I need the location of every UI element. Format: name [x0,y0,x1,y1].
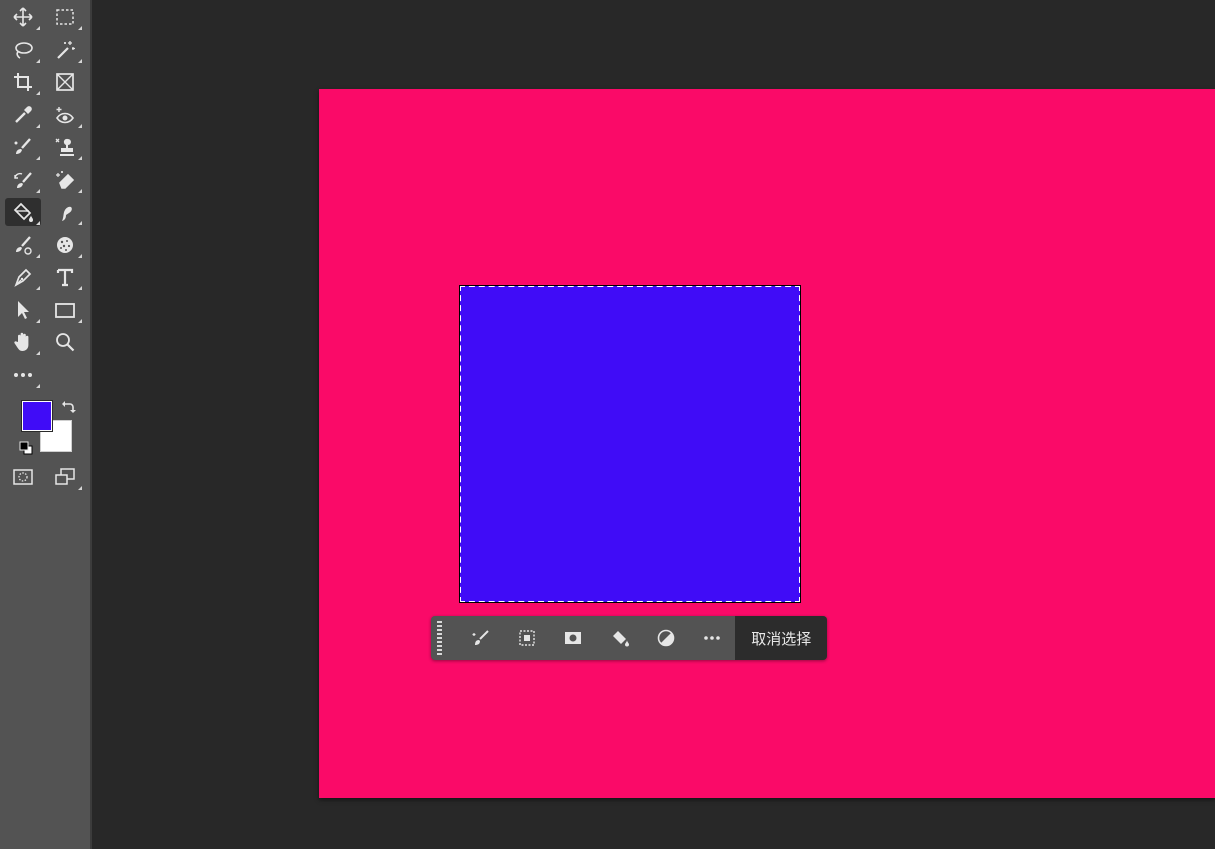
mask-icon [565,632,582,644]
path-selection-tool[interactable] [5,296,41,324]
mixer-brush-tool[interactable] [5,231,41,259]
modify-selection-button[interactable] [504,616,550,660]
smudge-tool[interactable] [47,198,83,226]
red-eye-tool[interactable] [47,101,83,129]
frame-tool[interactable] [47,68,83,96]
healing-brush-tool[interactable] [5,133,41,161]
tools-panel [0,0,92,849]
magic-wand-tool[interactable] [47,36,83,64]
red-eye-icon [56,107,74,124]
drag-handle[interactable] [433,616,447,660]
move-tool[interactable] [5,3,41,31]
fill-selection-button[interactable] [597,616,643,660]
mixer-brush-icon [16,236,32,255]
pen-tool[interactable] [5,263,41,291]
swap-colors-icon[interactable] [60,399,76,415]
clone-stamp-tool[interactable] [47,133,83,161]
paint-bucket-tool[interactable] [5,198,41,226]
eyedropper-icon [15,106,32,123]
paint-bucket-icon [13,202,33,222]
eraser-tool[interactable] [47,166,83,194]
more-icon [14,373,32,377]
more-options-button[interactable] [689,616,735,660]
quick-mask-icon [13,469,33,485]
type-icon [56,268,74,287]
quick-mask-mode[interactable] [5,463,41,491]
lasso-tool[interactable] [5,36,41,64]
crop-tool[interactable] [5,68,41,96]
deselect-button[interactable]: 取消选择 [735,616,827,660]
rectangular-marquee-tool[interactable] [47,3,83,31]
hand-tool[interactable] [5,328,41,356]
history-brush-tool[interactable] [5,166,41,194]
history-brush-icon [14,172,32,188]
foreground-color-swatch[interactable] [21,400,53,432]
pen-icon [14,268,32,287]
sponge-icon [57,237,73,253]
default-colors-icon[interactable] [18,440,34,456]
hand-icon [14,332,29,351]
marquee-icon [56,9,74,25]
modify-selection-icon [519,630,535,646]
crop-icon [14,73,32,91]
contextual-task-bar: 取消选择 [431,616,827,660]
arrow-icon [18,301,29,319]
healing-brush-icon [14,138,31,154]
magic-wand-icon [57,41,75,59]
sponge-tool[interactable] [47,231,83,259]
rectangle-tool[interactable] [47,296,83,324]
brush-sparkle-icon [472,630,489,645]
lasso-icon [15,42,33,59]
screen-mode-icon [55,468,75,485]
paint-bucket-icon [612,631,629,647]
zoom-icon [56,333,75,352]
frame-icon [56,73,74,91]
create-mask-button[interactable] [550,616,596,660]
stamp-icon [55,138,74,156]
rectangle-icon [55,303,75,318]
selection-marquee[interactable] [459,285,801,603]
eraser-icon [56,171,75,189]
type-tool[interactable] [47,263,83,291]
smudge-icon [62,206,72,221]
adjustment-layer-button[interactable] [643,616,689,660]
edit-toolbar[interactable] [5,361,41,389]
generative-fill-button[interactable] [458,616,504,660]
move-icon [13,7,33,27]
zoom-tool[interactable] [47,328,83,356]
adjustment-icon [657,629,675,647]
eyedropper-tool[interactable] [5,101,41,129]
more-icon [704,636,721,640]
screen-mode[interactable] [47,463,83,491]
